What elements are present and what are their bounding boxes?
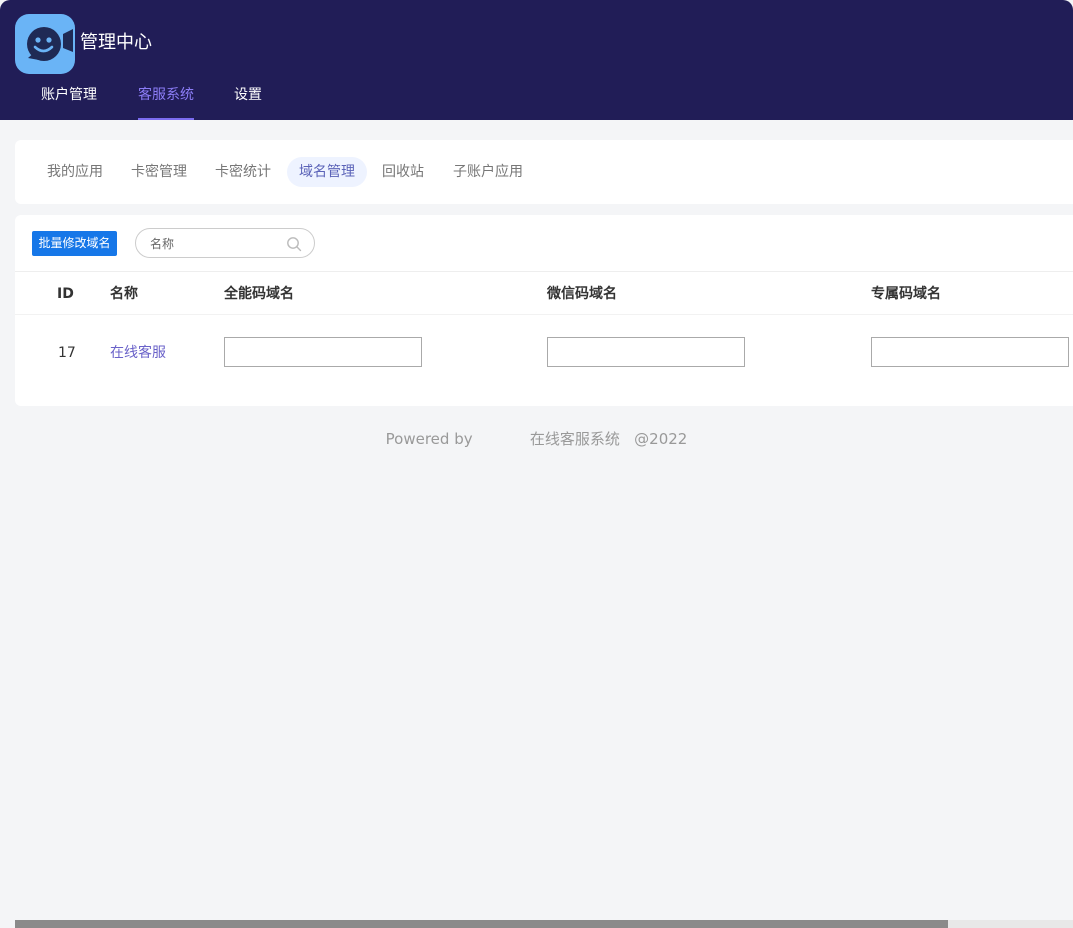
column-header-name: 名称 bbox=[110, 286, 138, 302]
sub-nav: 我的应用 卡密管理 卡密统计 域名管理 回收站 子账户应用 bbox=[15, 140, 1073, 204]
footer: Powered by 在线客服系统 @2022 bbox=[0, 429, 1073, 449]
batch-edit-domain-button[interactable]: 批量修改域名 bbox=[32, 231, 117, 256]
footer-year: @2022 bbox=[634, 430, 688, 448]
main-nav: 账户管理 客服系统 设置 bbox=[0, 84, 400, 120]
wechat-domain-input[interactable] bbox=[547, 337, 745, 367]
domain-table-card: 批量修改域名 ID 名称 全能码域名 微信码域名 专属码域名 17 在线客服 bbox=[15, 215, 1073, 406]
table-top-divider bbox=[15, 271, 1073, 272]
app-logo bbox=[15, 14, 75, 74]
tab-domain-management[interactable]: 域名管理 bbox=[287, 157, 367, 187]
footer-system-name: 在线客服系统 bbox=[529, 430, 620, 448]
nav-item-settings[interactable]: 设置 bbox=[234, 84, 262, 120]
tab-card-stats[interactable]: 卡密统计 bbox=[203, 157, 283, 187]
tab-recycle-bin[interactable]: 回收站 bbox=[370, 157, 436, 187]
row-id: 17 bbox=[58, 345, 76, 361]
column-header-id: ID bbox=[57, 286, 74, 302]
horizontal-scrollbar-thumb[interactable] bbox=[15, 920, 948, 928]
search-box bbox=[135, 228, 315, 258]
column-header-all-domain: 全能码域名 bbox=[224, 286, 294, 302]
chat-bubble-smile-icon bbox=[27, 27, 73, 61]
app-title: 管理中心 bbox=[80, 32, 152, 53]
exclusive-domain-input[interactable] bbox=[871, 337, 1069, 367]
table-header-divider bbox=[15, 314, 1073, 315]
column-header-exclusive-domain: 专属码域名 bbox=[871, 286, 941, 302]
tab-sub-account-apps[interactable]: 子账户应用 bbox=[441, 157, 535, 187]
tab-my-apps[interactable]: 我的应用 bbox=[35, 157, 115, 187]
column-header-wechat-domain: 微信码域名 bbox=[547, 286, 617, 302]
all-domain-input[interactable] bbox=[224, 337, 422, 367]
nav-item-account[interactable]: 账户管理 bbox=[41, 84, 97, 120]
nav-item-customer-service[interactable]: 客服系统 bbox=[138, 84, 194, 120]
search-input[interactable] bbox=[148, 233, 282, 255]
search-icon[interactable] bbox=[286, 236, 302, 252]
footer-powered-by: Powered by bbox=[385, 430, 473, 448]
row-name-link[interactable]: 在线客服 bbox=[110, 343, 166, 363]
tab-card-management[interactable]: 卡密管理 bbox=[119, 157, 199, 187]
top-header: 管理中心 账户管理 客服系统 设置 bbox=[0, 0, 1073, 120]
